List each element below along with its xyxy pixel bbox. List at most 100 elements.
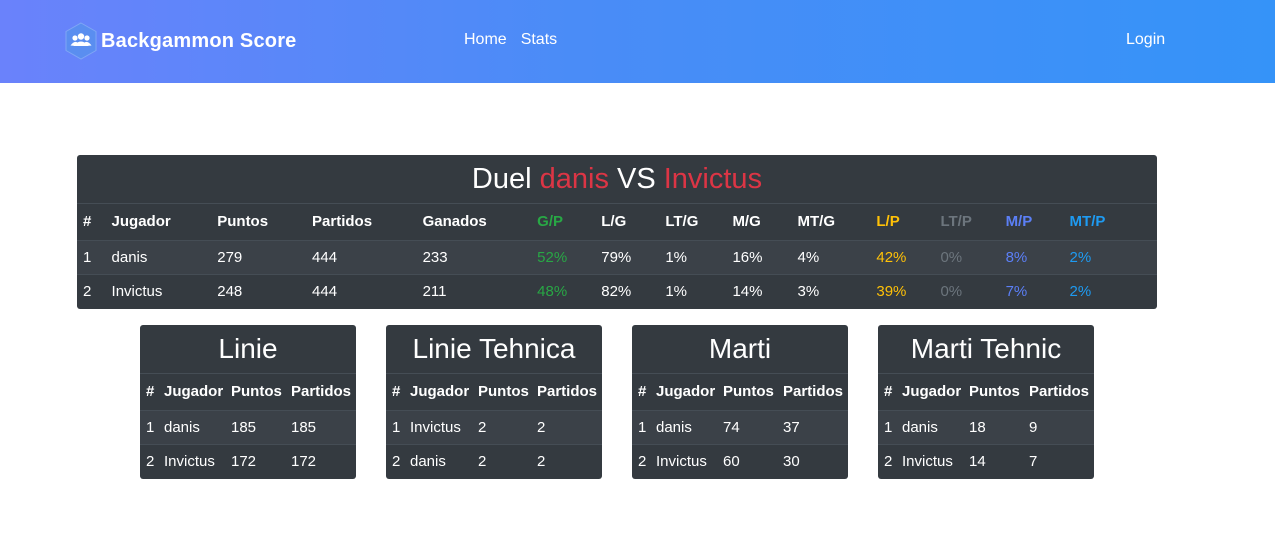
col-header-ltg: LT/G <box>665 213 699 231</box>
marti-table: # Jugador Puntos Partidos 1 danis 74 37 … <box>632 374 848 478</box>
cell-matches: 185 <box>291 418 317 436</box>
brand-link[interactable]: Backgammon Score <box>64 22 297 60</box>
cell-ltg: 1% <box>665 248 688 266</box>
cell-matches: 30 <box>783 452 800 470</box>
cell-player: danis <box>902 418 938 436</box>
col-header-player: Jugador <box>902 383 962 401</box>
cell-matches: 444 <box>312 282 338 300</box>
table-row: 1 Invictus 2 2 <box>386 410 602 444</box>
duel-player1-name: danis <box>539 162 609 195</box>
users-icon <box>64 22 98 60</box>
duel-vs-label: VS <box>608 162 664 195</box>
cell-points: 14 <box>969 452 986 470</box>
col-header-mg: M/G <box>732 213 761 231</box>
table-row: 2 Invictus 60 30 <box>632 444 848 478</box>
col-header-rank: # <box>638 383 647 401</box>
table-row: 1 danis 18 9 <box>878 410 1094 444</box>
duel-table-card: Duel danis VS Invictus # Jugador Puntos … <box>77 155 1157 309</box>
col-header-ltp: LT/P <box>940 213 972 231</box>
cell-rank: 1 <box>638 418 647 436</box>
marti-header-row: # Jugador Puntos Partidos <box>632 374 848 410</box>
col-header-points: Puntos <box>723 383 774 401</box>
duel-header-row: # Jugador Puntos Partidos Ganados G/P L/… <box>77 204 1157 240</box>
table-row: 2 danis 2 2 <box>386 444 602 478</box>
cell-rank: 1 <box>884 418 893 436</box>
cell-mp: 8% <box>1005 248 1028 266</box>
cell-ltg: 1% <box>665 282 688 300</box>
col-header-player: Jugador <box>111 213 171 231</box>
cell-matches: 172 <box>291 452 317 470</box>
linie-tehnica-header-row: # Jugador Puntos Partidos <box>386 374 602 410</box>
nav-home-link[interactable]: Home <box>464 31 507 49</box>
cell-player: danis <box>410 452 446 470</box>
col-header-matches: Partidos <box>783 383 844 401</box>
cell-points: 185 <box>231 418 257 436</box>
cell-mp: 7% <box>1005 282 1028 300</box>
duel-title-prefix: Duel <box>471 162 540 195</box>
cell-points: 60 <box>723 452 740 470</box>
cell-player: danis <box>164 418 200 436</box>
cell-points: 74 <box>723 418 740 436</box>
col-header-mtg: MT/G <box>797 213 836 231</box>
col-header-points: Puntos <box>478 383 529 401</box>
table-row: 2 Invictus 172 172 <box>140 444 356 478</box>
cell-matches: 2 <box>537 452 546 470</box>
table-row: 2 Invictus 14 7 <box>878 444 1094 478</box>
cell-mtg: 4% <box>797 248 820 266</box>
col-header-matches: Partidos <box>537 383 598 401</box>
marti-title: Marti <box>632 325 848 374</box>
login-link[interactable]: Login <box>1126 31 1165 49</box>
col-header-rank: # <box>146 383 155 401</box>
col-header-points: Puntos <box>217 213 269 231</box>
table-row: 1 danis 279 444 233 52% 79% 1% 16% 4% 42… <box>77 240 1157 274</box>
nav-stats-link[interactable]: Stats <box>521 31 557 49</box>
cell-matches: 37 <box>783 418 800 436</box>
cell-points: 248 <box>217 282 243 300</box>
table-row: 1 danis 185 185 <box>140 410 356 444</box>
cell-points: 172 <box>231 452 257 470</box>
cell-ltp: 0% <box>940 282 963 300</box>
cell-mg: 16% <box>732 248 763 266</box>
cell-ltp: 0% <box>940 248 963 266</box>
cell-matches: 7 <box>1029 452 1038 470</box>
cell-matches: 9 <box>1029 418 1038 436</box>
col-header-matches: Partidos <box>1029 383 1090 401</box>
col-header-gp: G/P <box>537 213 563 231</box>
marti-tehnic-table-card: Marti Tehnic # Jugador Puntos Partidos 1… <box>878 325 1094 479</box>
brand-name: Backgammon Score <box>101 29 297 52</box>
duel-player2-name: Invictus <box>663 162 763 195</box>
cell-lg: 79% <box>601 248 632 266</box>
linie-table: # Jugador Puntos Partidos 1 danis 185 18… <box>140 374 356 478</box>
cell-player: Invictus <box>111 282 163 300</box>
col-header-points: Puntos <box>969 383 1020 401</box>
cell-rank: 2 <box>884 452 893 470</box>
table-row: 2 Invictus 248 444 211 48% 82% 1% 14% 3%… <box>77 274 1157 308</box>
cell-rank: 1 <box>146 418 155 436</box>
cell-rank: 2 <box>146 452 155 470</box>
cell-lg: 82% <box>601 282 632 300</box>
cell-mtg: 3% <box>797 282 820 300</box>
cell-lp: 39% <box>876 282 907 300</box>
cell-won: 211 <box>422 282 447 300</box>
col-header-lg: L/G <box>601 213 627 231</box>
table-row: 1 danis 74 37 <box>632 410 848 444</box>
cell-rank: 2 <box>392 452 401 470</box>
top-navbar: Backgammon Score Home Stats Login <box>0 0 1275 83</box>
col-header-rank: # <box>392 383 401 401</box>
cell-gp: 52% <box>537 248 568 266</box>
linie-tehnica-table-card: Linie Tehnica # Jugador Puntos Partidos … <box>386 325 602 479</box>
cell-matches: 444 <box>312 248 338 266</box>
cell-lp: 42% <box>876 248 907 266</box>
cell-rank: 1 <box>83 248 92 266</box>
cell-player: danis <box>111 248 148 266</box>
cell-won: 233 <box>422 248 448 266</box>
cell-player: Invictus <box>902 452 953 470</box>
linie-header-row: # Jugador Puntos Partidos <box>140 374 356 410</box>
cell-points: 2 <box>478 452 487 470</box>
cell-player: Invictus <box>656 452 707 470</box>
col-header-player: Jugador <box>656 383 716 401</box>
cell-matches: 2 <box>537 418 546 436</box>
cell-rank: 1 <box>392 418 401 436</box>
linie-tehnica-title: Linie Tehnica <box>386 325 602 374</box>
marti-tehnic-header-row: # Jugador Puntos Partidos <box>878 374 1094 410</box>
